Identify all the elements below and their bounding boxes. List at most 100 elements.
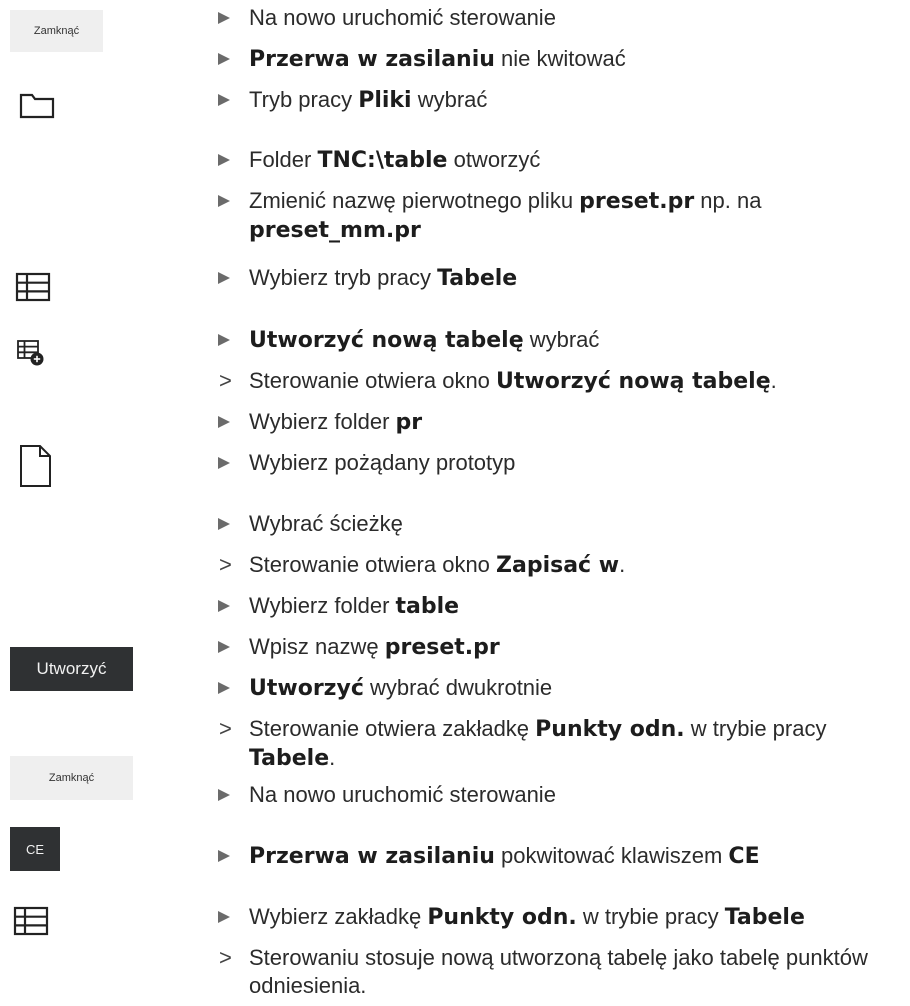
- plain-text: Wybierz pożądany prototyp: [249, 450, 516, 475]
- plain-text: Na nowo uruchomić sterowanie: [249, 5, 556, 30]
- plain-text: Wpisz nazwę: [249, 634, 385, 659]
- result-step: Sterowanie otwiera okno Utworzyć nową ta…: [218, 367, 902, 396]
- action-arrow-icon: [218, 592, 240, 620]
- plain-text: Sterowanie otwiera zakładkę: [249, 716, 536, 741]
- plain-text: .: [770, 368, 777, 393]
- plain-text: .: [329, 745, 336, 770]
- action-step: Wybrać ścieżkę: [218, 510, 902, 538]
- table-icon[interactable]: [13, 906, 49, 936]
- emphasis-text: Utworzyć nową tabelę: [496, 369, 771, 394]
- action-arrow-icon: [218, 187, 240, 215]
- result-arrow-icon: [218, 715, 240, 743]
- plain-text: Wybierz zakładkę: [249, 904, 428, 929]
- step-text: Wybrać ścieżkę: [249, 510, 902, 538]
- step-text: Sterowanie otwiera zakładkę Punkty odn. …: [249, 715, 902, 773]
- action-step: Wybierz zakładkę Punkty odn. w trybie pr…: [218, 903, 902, 932]
- step-text: Sterowanie otwiera okno Utworzyć nową ta…: [249, 367, 902, 396]
- emphasis-text: Utworzyć: [249, 676, 364, 701]
- emphasis-text: preset.pr: [579, 189, 695, 214]
- plain-text: np. na: [694, 188, 762, 213]
- emphasis-text: CE: [728, 844, 760, 869]
- step-text: Utworzyć nową tabelę wybrać: [249, 326, 902, 355]
- emphasis-text: Punkty odn.: [535, 717, 685, 742]
- emphasis-text: Punkty odn.: [427, 905, 577, 930]
- step-text: Wybierz zakładkę Punkty odn. w trybie pr…: [249, 903, 902, 932]
- plain-text: pokwitować klawiszem: [494, 843, 729, 868]
- step-text: Wybierz folder pr: [249, 408, 902, 437]
- folder-icon[interactable]: [19, 91, 55, 119]
- plain-text: Tryb pracy: [249, 87, 359, 112]
- plain-text: w trybie pracy: [684, 716, 827, 741]
- plain-text: Wybrać ścieżkę: [249, 511, 403, 536]
- action-arrow-icon: [218, 903, 240, 931]
- action-arrow-icon: [218, 633, 240, 661]
- step-text: Sterowanie otwiera okno Zapisać w.: [249, 551, 902, 580]
- step-text: Wybierz folder table: [249, 592, 902, 621]
- action-arrow-icon: [218, 86, 240, 114]
- plain-text: nie kwitować: [494, 46, 626, 71]
- plain-text: w trybie pracy: [576, 904, 725, 929]
- plain-text: Sterowanie otwiera okno: [249, 552, 497, 577]
- action-step: Przerwa w zasilaniu pokwitować klawiszem…: [218, 842, 902, 871]
- emphasis-text: table: [395, 594, 460, 619]
- result-step: Sterowaniu stosuje nową utworzoną tabelę…: [218, 944, 902, 1000]
- step-text: Sterowaniu stosuje nową utworzoną tabelę…: [249, 944, 902, 1000]
- action-step: Wybierz folder pr: [218, 408, 902, 437]
- plain-text: wybrać: [411, 87, 488, 112]
- plain-text: wybrać: [523, 327, 600, 352]
- step-text: Zmienić nazwę pierwotnego pliku preset.p…: [249, 187, 902, 245]
- action-step: Utworzyć wybrać dwukrotnie: [218, 674, 902, 703]
- emphasis-text: Tabele: [724, 905, 805, 930]
- emphasis-text: Zapisać w: [496, 553, 620, 578]
- action-step: Utworzyć nową tabelę wybrać: [218, 326, 902, 355]
- emphasis-text: Utworzyć nową tabelę: [249, 328, 524, 353]
- step-text: Przerwa w zasilaniu nie kwitować: [249, 45, 902, 74]
- close-button[interactable]: Zamknąć: [10, 10, 103, 52]
- action-arrow-icon: [218, 4, 240, 32]
- create-button[interactable]: Utworzyć: [10, 647, 133, 691]
- table-icon[interactable]: [15, 272, 51, 302]
- step-text: Wybierz tryb pracy Tabele: [249, 264, 902, 293]
- action-step: Przerwa w zasilaniu nie kwitować: [218, 45, 902, 74]
- ce-key[interactable]: CE: [10, 827, 60, 871]
- action-arrow-icon: [218, 781, 240, 809]
- plain-text: Zmienić nazwę pierwotnego pliku: [249, 188, 580, 213]
- emphasis-text: Przerwa w zasilaniu: [249, 47, 495, 72]
- step-text: Folder TNC:\table otworzyć: [249, 146, 902, 175]
- plain-text: Na nowo uruchomić sterowanie: [249, 782, 556, 807]
- action-step: Na nowo uruchomić sterowanie: [218, 4, 902, 32]
- plain-text: Wybierz folder: [249, 593, 396, 618]
- plain-text: .: [619, 552, 626, 577]
- action-step: Zmienić nazwę pierwotnego pliku preset.p…: [218, 187, 902, 245]
- action-arrow-icon: [218, 146, 240, 174]
- action-arrow-icon: [218, 264, 240, 292]
- result-arrow-icon: [218, 944, 240, 972]
- step-text: Wpisz nazwę preset.pr: [249, 633, 902, 662]
- action-arrow-icon: [218, 408, 240, 436]
- new-table-icon[interactable]: [16, 338, 46, 368]
- action-step: Na nowo uruchomić sterowanie: [218, 781, 902, 809]
- step-text: Na nowo uruchomić sterowanie: [249, 4, 902, 32]
- result-arrow-icon: [218, 551, 240, 579]
- plain-text: wybrać dwukrotnie: [363, 675, 553, 700]
- plain-text: Sterowaniu stosuje nową utworzoną tabelę…: [249, 945, 868, 998]
- action-arrow-icon: [218, 45, 240, 73]
- action-arrow-icon: [218, 674, 240, 702]
- new-file-icon[interactable]: [19, 444, 53, 488]
- plain-text: otworzyć: [447, 147, 541, 172]
- action-step: Wybierz folder table: [218, 592, 902, 621]
- step-text: Na nowo uruchomić sterowanie: [249, 781, 902, 809]
- emphasis-text: Przerwa w zasilaniu: [249, 844, 495, 869]
- plain-text: Wybierz folder: [249, 409, 396, 434]
- action-step: Wybierz tryb pracy Tabele: [218, 264, 902, 293]
- emphasis-text: Pliki: [358, 88, 412, 113]
- emphasis-text: preset_mm.pr: [249, 218, 421, 243]
- emphasis-text: preset.pr: [384, 635, 500, 660]
- result-step: Sterowanie otwiera okno Zapisać w.: [218, 551, 902, 580]
- emphasis-text: Tabele: [249, 746, 330, 771]
- close-button[interactable]: Zamknąć: [10, 756, 133, 800]
- result-arrow-icon: [218, 367, 240, 395]
- plain-text: Sterowanie otwiera okno: [249, 368, 497, 393]
- action-arrow-icon: [218, 449, 240, 477]
- action-step: Wybierz pożądany prototyp: [218, 449, 902, 477]
